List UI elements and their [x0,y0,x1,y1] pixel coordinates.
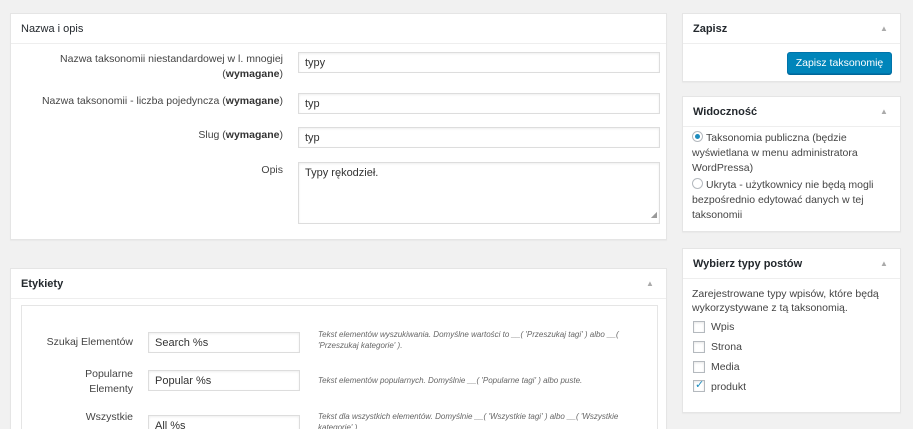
plural-name-label: Nazwa taksonomii niestandardowej w l. mn… [60,53,283,80]
panel-title: Etykiety [21,277,64,290]
collapse-arrow-icon[interactable]: ▲ [878,24,890,33]
panel-title: Wybierz typy postów [693,257,803,270]
description-textarea[interactable]: Typy rękodzieł. ◢ [298,162,660,224]
wpis-label: Wpis [711,321,735,333]
collapse-arrow-icon[interactable]: ▲ [878,107,890,116]
description-label: Opis [261,164,283,176]
slug-input[interactable]: typ [298,127,660,148]
media-label: Media [711,361,740,373]
panel-header: Nazwa i opis [11,14,666,44]
all-items-label: Wszystkie [85,411,133,423]
panel-header: Wybierz typy postów ▲ [683,249,900,279]
post-types-description: Zarejestrowane typy wpisów, które będą w… [692,288,879,314]
search-items-help: Tekst elementów wyszukiwania. Domyślne w… [318,330,619,350]
media-checkbox[interactable] [693,361,705,373]
popular-items-label: Popularne Elementy [85,368,133,395]
all-items-help: Tekst dla wszystkich elementów. Domyślni… [318,412,619,429]
collapse-arrow-icon[interactable]: ▲ [644,279,656,288]
public-radio[interactable] [692,131,703,142]
public-option[interactable]: Taksonomia publiczna (będzie wyświetlana… [692,131,897,176]
all-items-input[interactable]: All %s [148,415,300,429]
search-items-label: Szukaj Elementów [46,336,133,348]
singular-name-label: Nazwa taksonomii - liczba pojedyncza (wy… [41,95,283,107]
plural-name-input[interactable]: typy [298,52,660,73]
strona-label: Strona [711,341,742,353]
panel-header: Widoczność ▲ [683,97,900,127]
popular-items-help: Tekst elementów popularnych. Domyślnie _… [318,376,583,385]
post-types-panel: Wybierz typy postów ▲ Zarejestrowane typ… [682,248,901,413]
search-items-input[interactable]: Search %s [148,332,300,353]
panel-title: Zapisz [693,22,728,35]
save-taxonomy-button[interactable]: Zapisz taksonomię [787,52,892,74]
slug-label: Slug (wymagane) [198,129,283,141]
hidden-radio[interactable] [692,178,703,189]
produkt-checkbox[interactable] [693,378,705,392]
wpis-checkbox[interactable] [693,321,705,333]
name-description-panel: Nazwa i opis Nazwa taksonomii niestandar… [10,13,667,240]
visibility-panel: Widoczność ▲ Taksonomia publiczna (będzi… [682,96,901,232]
collapse-arrow-icon[interactable]: ▲ [878,259,890,268]
panel-title: Widoczność [693,105,758,118]
produkt-label: produkt [711,381,747,393]
hidden-option[interactable]: Ukryta - użytkownicy nie będą mogli bezp… [692,178,897,223]
strona-checkbox[interactable] [693,341,705,353]
labels-panel: Etykiety ▲ Szukaj Elementów Search %s Te… [10,268,667,429]
resize-grip-icon[interactable]: ◢ [651,208,657,222]
panel-header: Etykiety ▲ [11,269,666,299]
panel-title: Nazwa i opis [21,22,84,35]
popular-items-input[interactable]: Popular %s [148,370,300,391]
labels-table: Szukaj Elementów Search %s Tekst element… [21,305,658,429]
save-panel: Zapisz ▲ Zapisz taksonomię [682,13,901,82]
panel-header: Zapisz ▲ [683,14,900,44]
singular-name-input[interactable]: typ [298,93,660,114]
